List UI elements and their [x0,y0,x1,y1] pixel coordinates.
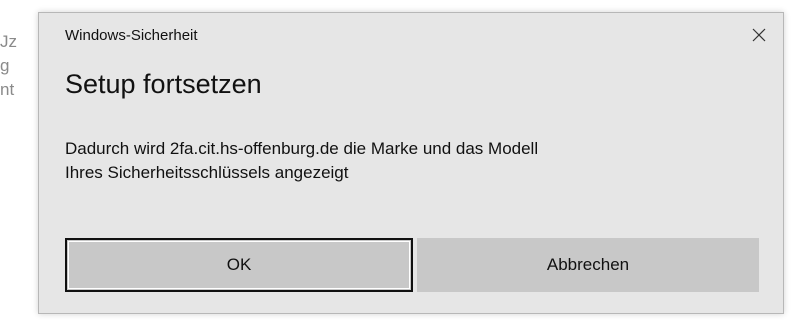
security-dialog: Windows-Sicherheit Setup fortsetzen Dadu… [38,12,784,314]
dialog-heading: Setup fortsetzen [65,69,262,99]
close-icon [752,28,766,42]
cancel-button[interactable]: Abbrechen [417,238,759,292]
ok-button[interactable]: OK [65,238,413,292]
message-line: Ihres Sicherheitsschlüssels angezeigt [65,163,349,182]
close-button[interactable] [745,23,773,47]
dialog-message: Dadurch wird 2fa.cit.hs-offenburg.de die… [65,137,745,185]
dialog-titlebar: Windows-Sicherheit [39,13,783,55]
background-text-line: nt [0,80,15,99]
background-text-line: Jz [0,32,17,51]
window-title: Windows-Sicherheit [65,27,198,44]
message-line: Dadurch wird 2fa.cit.hs-offenburg.de die… [65,139,539,158]
background-text-line: g [0,56,10,75]
background-text: Jz g nt [0,30,40,102]
